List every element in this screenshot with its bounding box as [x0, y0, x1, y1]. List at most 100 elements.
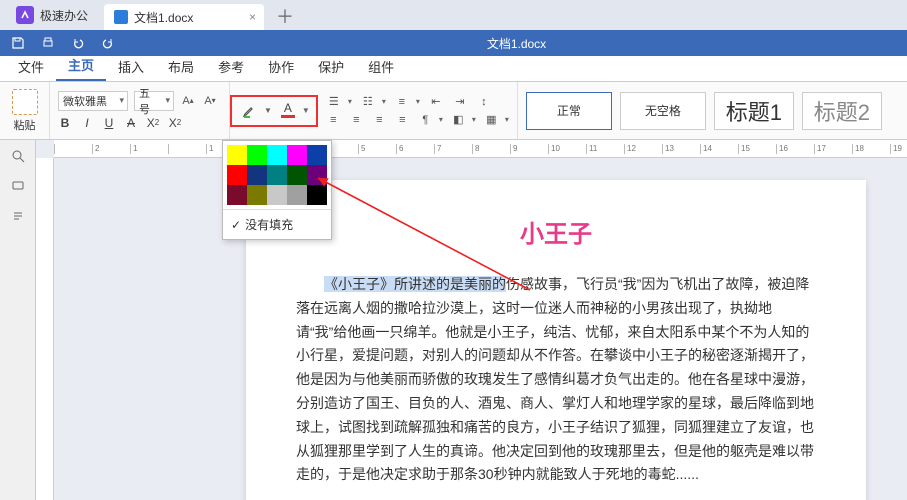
- swatch[interactable]: [227, 145, 247, 165]
- menu-协作[interactable]: 协作: [256, 52, 306, 81]
- swatch[interactable]: [287, 165, 307, 185]
- ruler-tick: [54, 144, 92, 154]
- style-heading1[interactable]: 标题1: [714, 92, 794, 130]
- menu-bar: 文件主页插入布局参考协作保护组件: [0, 56, 907, 82]
- swatch[interactable]: [307, 185, 327, 205]
- swatch[interactable]: [227, 185, 247, 205]
- canvas[interactable]: 21 1234567891011121314151617181920 小王子 《…: [36, 140, 907, 500]
- paragraph-group: ☰▾ ☷▾ ≡▾ ⇤ ⇥ ↕ ≡ ≡ ≡ ≡ ¶▾ ◧▾ ▦▾: [318, 82, 518, 139]
- align-left-button[interactable]: ≡: [326, 113, 341, 127]
- swatch[interactable]: [287, 145, 307, 165]
- highlight-group: ▼ A ▼: [230, 95, 318, 127]
- increase-indent-button[interactable]: ⇥: [452, 95, 468, 109]
- paste-icon[interactable]: [12, 89, 38, 115]
- show-marks-button[interactable]: ¶: [418, 113, 433, 127]
- quick-access-toolbar: [0, 35, 126, 51]
- ruler-tick: 8: [472, 144, 510, 154]
- strike-button[interactable]: A: [124, 115, 138, 131]
- borders-button[interactable]: ▦: [484, 113, 499, 127]
- window-tabs: 极速办公 文档1.docx × ＋: [0, 0, 907, 30]
- menu-组件[interactable]: 组件: [356, 52, 406, 81]
- highlight-color-popover: ✓ 没有填充: [222, 140, 332, 240]
- swatch[interactable]: [307, 145, 327, 165]
- save-icon[interactable]: [10, 35, 26, 51]
- decrease-font-icon[interactable]: A▾: [202, 93, 218, 109]
- new-tab-button[interactable]: ＋: [276, 4, 294, 30]
- menu-布局[interactable]: 布局: [156, 52, 206, 81]
- menu-插入[interactable]: 插入: [106, 52, 156, 81]
- font-color-dropdown-icon[interactable]: ▼: [302, 106, 310, 115]
- increase-font-icon[interactable]: A▴: [180, 93, 196, 109]
- ruler-tick: 1: [130, 144, 168, 154]
- headings-icon[interactable]: [8, 206, 28, 226]
- undo-icon[interactable]: [70, 35, 86, 51]
- app-logo-icon: [16, 6, 34, 24]
- font-size-select[interactable]: 五号: [134, 91, 174, 111]
- ribbon: 粘贴 微软雅黑 五号 A▴ A▾ B I U A X2 X2 ▼ A ▼ ☰▾: [0, 82, 907, 140]
- style-nospace[interactable]: 无空格: [620, 92, 706, 130]
- menu-保护[interactable]: 保护: [306, 52, 356, 81]
- no-fill-option[interactable]: ✓ 没有填充: [223, 209, 331, 239]
- subscript-button[interactable]: X2: [168, 115, 182, 131]
- font-group: 微软雅黑 五号 A▴ A▾ B I U A X2 X2: [50, 82, 230, 139]
- swatch[interactable]: [247, 165, 267, 185]
- close-icon[interactable]: ×: [249, 10, 256, 24]
- font-color-button[interactable]: A: [278, 101, 298, 121]
- page: 小王子 《小王子》所讲述的是美丽的伤感故事，飞行员“我”因为飞机出了故障，被迫降…: [246, 180, 866, 500]
- style-normal[interactable]: 正常: [526, 92, 612, 130]
- swatch[interactable]: [287, 185, 307, 205]
- font-name-select[interactable]: 微软雅黑: [58, 91, 128, 111]
- swatch[interactable]: [267, 165, 287, 185]
- swatch[interactable]: [267, 185, 287, 205]
- bold-button[interactable]: B: [58, 115, 72, 131]
- swatch-grid: [223, 141, 331, 209]
- underline-button[interactable]: U: [102, 115, 116, 131]
- ruler-tick: 6: [396, 144, 434, 154]
- paste-group: 粘贴: [0, 82, 50, 139]
- menu-主页[interactable]: 主页: [56, 50, 106, 81]
- align-right-button[interactable]: ≡: [372, 113, 387, 127]
- ruler-tick: 14: [700, 144, 738, 154]
- comments-icon[interactable]: [8, 176, 28, 196]
- swatch[interactable]: [247, 145, 267, 165]
- ruler-tick: 7: [434, 144, 472, 154]
- horizontal-ruler[interactable]: 21 1234567891011121314151617181920: [54, 140, 907, 158]
- ruler-tick: [168, 144, 206, 154]
- ruler-tick: 19: [890, 144, 907, 154]
- ruler-tick: 17: [814, 144, 852, 154]
- numbering-button[interactable]: ☷: [360, 95, 376, 109]
- superscript-button[interactable]: X2: [146, 115, 160, 131]
- justify-button[interactable]: ≡: [395, 113, 410, 127]
- document-title: 文档1.docx: [126, 35, 907, 52]
- redo-icon[interactable]: [100, 35, 116, 51]
- style-heading2[interactable]: 标题2: [802, 92, 882, 130]
- vertical-ruler[interactable]: [36, 158, 54, 500]
- ruler-tick: 11: [586, 144, 624, 154]
- bullets-button[interactable]: ☰: [326, 95, 342, 109]
- search-icon[interactable]: [8, 146, 28, 166]
- ruler-tick: 16: [776, 144, 814, 154]
- check-icon: ✓: [231, 218, 241, 232]
- menu-参考[interactable]: 参考: [206, 52, 256, 81]
- ruler-tick: 9: [510, 144, 548, 154]
- print-icon[interactable]: [40, 35, 56, 51]
- swatch[interactable]: [227, 165, 247, 185]
- highlight-dropdown-icon[interactable]: ▼: [264, 106, 272, 115]
- highlight-button[interactable]: [238, 101, 260, 121]
- align-center-button[interactable]: ≡: [349, 113, 364, 127]
- swatch[interactable]: [267, 145, 287, 165]
- doc-icon: [114, 10, 128, 24]
- swatch[interactable]: [307, 165, 327, 185]
- line-spacing-button[interactable]: ↕: [476, 95, 492, 109]
- tab-label: 文档1.docx: [134, 9, 193, 26]
- decrease-indent-button[interactable]: ⇤: [428, 95, 444, 109]
- ruler-tick: 13: [662, 144, 700, 154]
- left-rail: [0, 140, 36, 500]
- shading-button[interactable]: ◧: [451, 113, 466, 127]
- document-tab[interactable]: 文档1.docx ×: [104, 4, 264, 30]
- italic-button[interactable]: I: [80, 115, 94, 131]
- multilevel-button[interactable]: ≡: [394, 95, 410, 109]
- ruler-tick: 2: [92, 144, 130, 154]
- swatch[interactable]: [247, 185, 267, 205]
- menu-文件[interactable]: 文件: [6, 52, 56, 81]
